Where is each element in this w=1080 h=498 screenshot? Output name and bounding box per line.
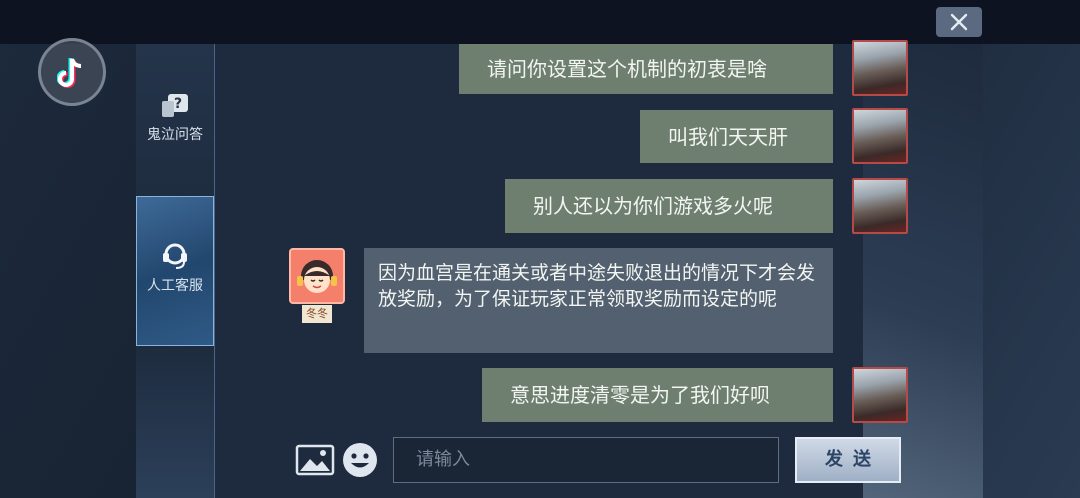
user-message: 请问你设置这个机制的初衷是啥 xyxy=(459,44,833,94)
top-bar xyxy=(0,0,1080,44)
sidebar-item-label: 人工客服 xyxy=(147,278,203,294)
user-message: 别人还以为你们游戏多火呢 xyxy=(505,179,833,233)
headset-icon xyxy=(163,243,187,269)
emoji-button[interactable] xyxy=(341,441,379,479)
tiktok-icon xyxy=(57,58,82,88)
sidebar-item-faq[interactable]: ? 鬼泣问答 xyxy=(136,92,214,152)
user-avatar[interactable] xyxy=(852,178,908,234)
close-icon xyxy=(950,13,968,31)
sidebar-item-label: 鬼泣问答 xyxy=(147,127,203,143)
service-name: 冬冬 xyxy=(302,305,332,323)
message-input[interactable]: 请输入 xyxy=(393,437,779,483)
user-avatar[interactable] xyxy=(852,367,908,423)
close-button[interactable] xyxy=(936,7,982,37)
sidebar: ? 鬼泣问答 人工客服 xyxy=(136,44,215,498)
tiktok-badge[interactable] xyxy=(38,38,106,106)
svg-text:?: ? xyxy=(174,96,182,112)
user-message: 意思进度清零是为了我们好呗 xyxy=(482,368,833,422)
image-button[interactable] xyxy=(295,443,335,477)
question-chat-icon: ? xyxy=(162,94,188,117)
send-button[interactable]: 发送 xyxy=(795,437,901,483)
user-avatar[interactable] xyxy=(852,108,908,164)
image-icon xyxy=(295,444,335,476)
agent-face-icon xyxy=(297,260,337,293)
emoji-icon xyxy=(343,443,377,477)
service-avatar[interactable] xyxy=(289,248,345,304)
service-message: 因为血宫是在通关或者中途失败退出的情况下才会发放奖励，为了保证玩家正常领取奖励而… xyxy=(364,248,833,353)
sidebar-item-service[interactable]: 人工客服 xyxy=(136,196,214,346)
user-message: 叫我们天天肝 xyxy=(640,110,833,163)
user-avatar[interactable] xyxy=(852,40,908,96)
